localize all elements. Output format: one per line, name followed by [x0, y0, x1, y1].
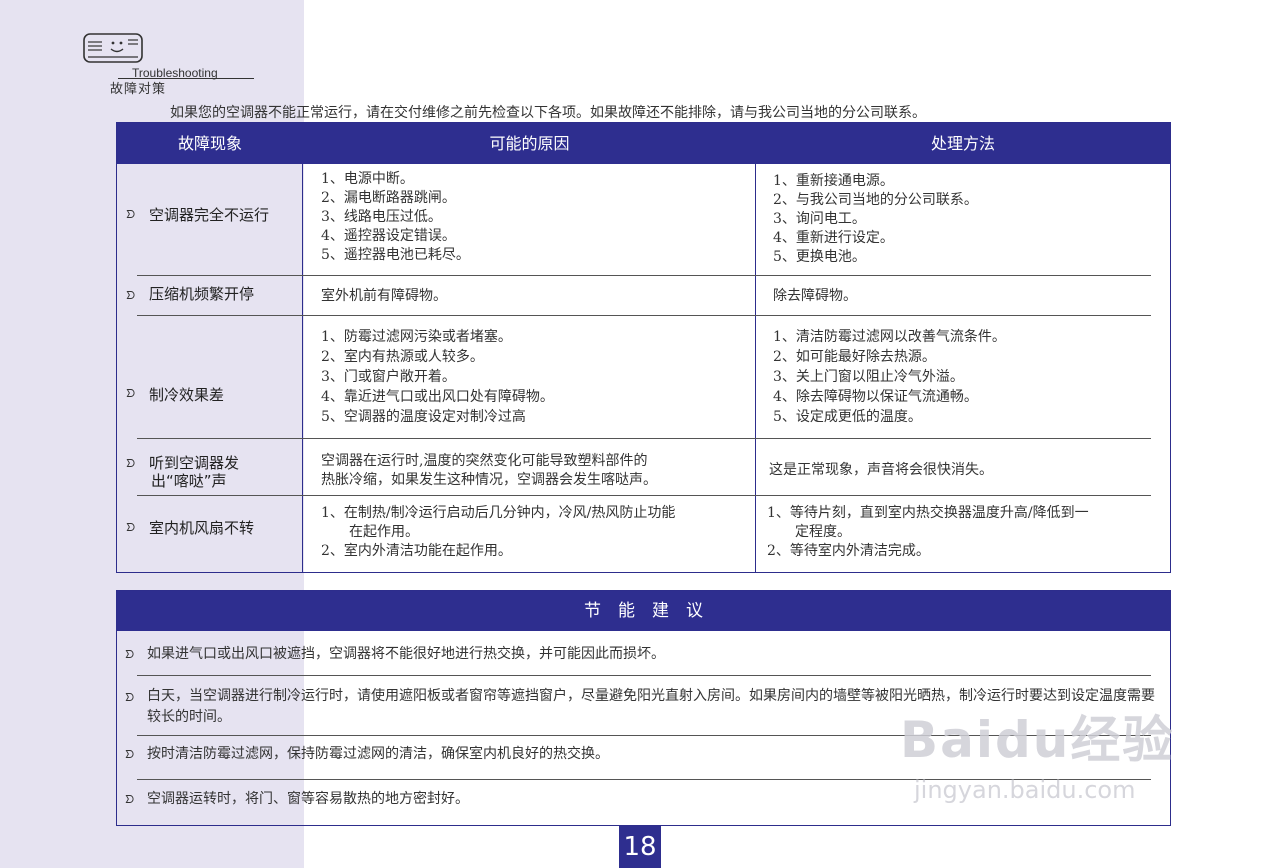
column-header-symptom: 故障现象: [177, 134, 242, 153]
bullet-icon: ᗤ: [125, 691, 135, 704]
table-header: 故障现象 可能的原因 处理方法: [117, 123, 1170, 164]
troubleshooting-table: 故障现象 可能的原因 处理方法 ᗤ 空调器完全不运行 1、电源中断。 2、漏电断…: [116, 122, 1171, 573]
row-divider: [137, 315, 1151, 316]
watermark-brand: Baidu经验: [900, 711, 1175, 769]
bullet-icon: ᗤ: [125, 748, 135, 761]
cause-list: 1、电源中断。 2、漏电断路器跳闸。 3、线路电压过低。 4、遥控器设定错误。 …: [321, 171, 470, 263]
solution-list: 1、重新接通电源。 2、与我公司当地的分公司联系。 3、询问电工。 4、重新进行…: [773, 173, 978, 265]
symptom-label: 听到空调器发 出“喀哒”声: [149, 454, 240, 490]
bullet-icon: ᗤ: [125, 648, 135, 661]
row-divider: [137, 495, 1151, 496]
cause-list: 1、防霉过滤网污染或者堵塞。 2、室内有热源或人较多。 3、门或窗户敞开着。 4…: [321, 329, 554, 425]
bullet-icon: ᗤ: [126, 457, 136, 470]
bullet-icon: ᗤ: [126, 387, 136, 400]
column-header-cause: 可能的原因: [489, 134, 570, 153]
baidu-watermark: Baidu经验 jingyan.baidu.com: [900, 700, 1174, 804]
cause-list: 室外机前有障碍物。: [321, 288, 447, 304]
intro-text: 如果您的空调器不能正常运行，请在交付维修之前先检查以下各项。如果故障还不能排除，…: [170, 105, 926, 121]
energy-tips-title: 节 能 建 议: [117, 591, 1170, 631]
column-header-solution: 处理方法: [930, 134, 995, 153]
row-divider: [137, 438, 1151, 439]
column-divider: [755, 164, 756, 572]
solution-list: 这是正常现象，声音将会很快消失。: [769, 462, 993, 478]
symptom-label: 压缩机频繁开停: [149, 285, 255, 303]
bullet-icon: ᗤ: [125, 793, 135, 806]
watermark-url: jingyan.baidu.com: [914, 776, 1136, 804]
symptom-label: 空调器完全不运行: [149, 206, 270, 224]
solution-list: 除去障碍物。: [773, 288, 857, 304]
page-number: 18: [619, 826, 661, 868]
solution-list: 1、等待片刻，直到室内热交换器温度升高/降低到一 定程度。 2、等待室内外清洁完…: [767, 505, 1089, 559]
bullet-icon: ᗤ: [126, 289, 136, 302]
tip-item: 如果进气口或出风口被遮挡，空调器将不能很好地进行热交换，并可能因此而损坏。: [147, 646, 665, 662]
cause-list: 空调器在运行时,温度的突然变化可能导致塑料部件的 热胀冷缩，如果发生这种情况，空…: [321, 453, 657, 488]
solution-list: 1、清洁防霉过滤网以改善气流条件。 2、如可能最好除去热源。 3、关上门窗以阻止…: [773, 329, 1006, 425]
row-divider: [137, 275, 1151, 276]
symptom-label: 室内机风扇不转: [149, 519, 255, 537]
row-divider: [137, 675, 1151, 676]
bullet-icon: ᗤ: [126, 208, 136, 221]
cause-list: 1、在制热/制冷运行启动后几分钟内，冷风/热风防止功能 在起作用。 2、室内外清…: [321, 505, 676, 559]
symptom-label: 制冷效果差: [149, 386, 225, 404]
section-title-cn: 故障对策: [110, 82, 167, 97]
air-conditioner-icon: [83, 33, 143, 63]
column-divider: [302, 164, 303, 572]
bullet-icon: ᗤ: [126, 521, 136, 534]
